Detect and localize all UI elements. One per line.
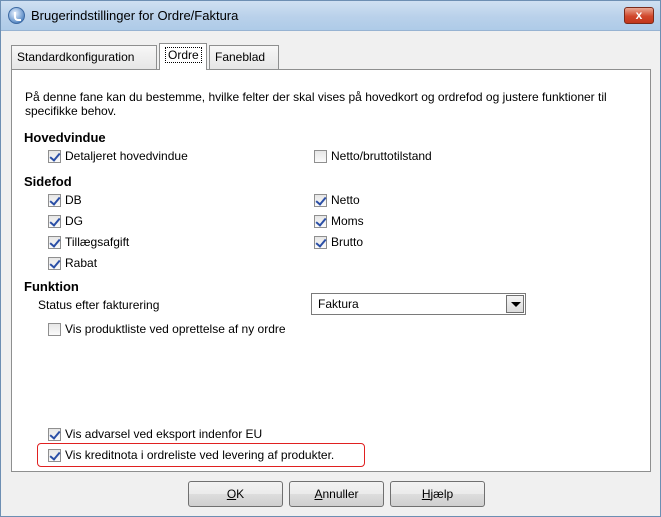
ok-button[interactable]: OK	[188, 481, 283, 507]
tab-faneblad[interactable]: Faneblad	[209, 45, 279, 69]
checkbox-checked	[48, 256, 61, 270]
checkbox-dg[interactable]: DG	[48, 213, 83, 229]
mnemonic: O	[226, 487, 237, 501]
cancel-button[interactable]: Annuller	[289, 481, 384, 507]
section-title-funktion: Funktion	[24, 279, 79, 294]
checkbox-label: Vis advarsel ved eksport indenfor EU	[65, 427, 263, 441]
tab-standardkonfiguration[interactable]: Standardkonfiguration	[11, 45, 157, 69]
checkbox-tillaegsafgift[interactable]: Tillægsafgift	[48, 234, 129, 250]
checkbox-label: DB	[65, 193, 82, 207]
checkbox-netto[interactable]: Netto	[314, 192, 360, 208]
checkbox-label: Vis produktliste ved oprettelse af ny or…	[65, 322, 286, 336]
checkbox-checked	[48, 214, 61, 228]
checkbox-brutto[interactable]: Brutto	[314, 234, 363, 250]
checkbox-label: Vis kreditnota i ordreliste ved levering…	[65, 448, 335, 462]
window-title: Brugerindstillinger for Ordre/Faktura	[31, 8, 239, 23]
section-title-sidefod: Sidefod	[24, 174, 72, 189]
checkbox-label: Rabat	[65, 256, 98, 270]
app-icon	[8, 7, 25, 24]
checkbox-checked	[48, 193, 61, 207]
tab-ordre[interactable]: Ordre	[159, 43, 207, 70]
checkbox-vis-produktliste[interactable]: Vis produktliste ved oprettelse af ny or…	[48, 321, 286, 337]
chevron-down-icon[interactable]	[506, 295, 524, 313]
checkbox-unchecked	[48, 322, 61, 336]
help-button[interactable]: Hjælp	[390, 481, 485, 507]
checkbox-checked	[314, 214, 327, 228]
checkbox-label: Tillægsafgift	[65, 235, 130, 249]
checkbox-checked	[48, 427, 61, 441]
button-label: K	[236, 487, 245, 501]
checkbox-rabat[interactable]: Rabat	[48, 255, 97, 271]
checkbox-label: Brutto	[331, 235, 364, 249]
checkbox-checked	[48, 149, 61, 163]
checkbox-detaljeret-hovedvindue[interactable]: Detaljeret hovedvindue	[48, 148, 188, 164]
checkbox-checked	[48, 235, 61, 249]
checkbox-moms[interactable]: Moms	[314, 213, 364, 229]
status-value: Faktura	[318, 297, 359, 311]
checkbox-label: Netto/bruttotilstand	[331, 149, 432, 163]
checkbox-label: Detaljeret hovedvindue	[65, 149, 188, 163]
checkbox-netto-bruttotilstand[interactable]: Netto/bruttotilstand	[314, 148, 432, 164]
checkbox-unchecked	[314, 149, 327, 163]
tab-label: Faneblad	[215, 50, 266, 64]
description-text: På denne fane kan du bestemme, hvilke fe…	[25, 90, 607, 118]
tab-label: Ordre	[165, 47, 202, 63]
dialog-window: Brugerindstillinger for Ordre/Faktura x …	[0, 0, 661, 517]
close-button[interactable]: x	[624, 7, 654, 24]
checkbox-checked	[314, 235, 327, 249]
section-title-hovedvindue: Hovedvindue	[24, 130, 106, 145]
button-label: jælp	[430, 487, 454, 501]
checkbox-checked	[48, 448, 61, 462]
button-label: nnuller	[322, 487, 359, 501]
status-dropdown[interactable]: Faktura	[311, 293, 526, 315]
tab-label: Standardkonfiguration	[17, 50, 135, 64]
checkbox-label: DG	[65, 214, 83, 228]
checkbox-label: Netto	[331, 193, 360, 207]
checkbox-label: Moms	[331, 214, 364, 228]
tab-panel	[11, 69, 651, 472]
checkbox-vis-kreditnota[interactable]: Vis kreditnota i ordreliste ved levering…	[48, 447, 334, 463]
title-bar: Brugerindstillinger for Ordre/Faktura x	[1, 1, 660, 31]
checkbox-vis-advarsel[interactable]: Vis advarsel ved eksport indenfor EU	[48, 426, 262, 442]
status-label: Status efter fakturering	[38, 298, 160, 312]
checkbox-db[interactable]: DB	[48, 192, 82, 208]
checkbox-checked	[314, 193, 327, 207]
